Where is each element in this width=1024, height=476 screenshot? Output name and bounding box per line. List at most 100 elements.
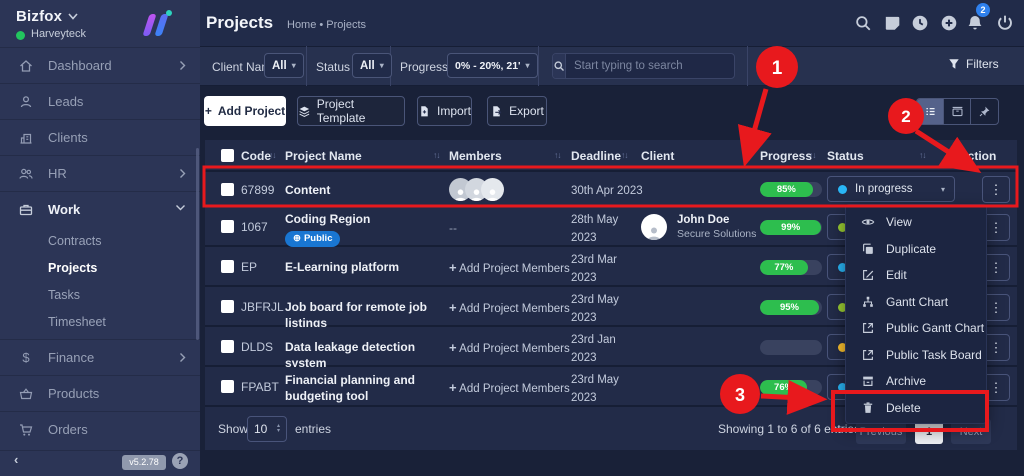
sidebar-item-hr[interactable]: HR: [0, 155, 200, 191]
column-header-deadline[interactable]: Deadline: [571, 149, 621, 163]
sidebar-item-contracts[interactable]: Contracts: [48, 234, 198, 261]
project-name[interactable]: Content: [285, 183, 447, 199]
sort-icon[interactable]: ↑↓: [621, 150, 628, 160]
menu-item-edit[interactable]: Edit: [846, 262, 986, 289]
plus-circle-icon[interactable]: [940, 14, 958, 32]
project-name[interactable]: Coding Region ⊕ Public: [285, 212, 447, 247]
sidebar-item-leads[interactable]: Leads: [0, 83, 200, 119]
client-name: John Doe: [677, 214, 730, 226]
table-row[interactable]: 67899 Content 30th Apr 2023 85% In progr…: [205, 172, 1017, 207]
sidebar-collapse-chevron[interactable]: ‹: [14, 452, 18, 467]
add-members-link[interactable]: + Add Project Members: [449, 260, 570, 275]
select-all-checkbox[interactable]: [221, 149, 234, 162]
import-file-icon: [421, 105, 428, 116]
chevron-down-icon: [176, 205, 185, 211]
client-filter-select[interactable]: All ▾: [264, 53, 304, 78]
add-members-link[interactable]: + Add Project Members: [449, 300, 570, 315]
menu-item-public-gantt-chart[interactable]: Public Gantt Chart: [846, 315, 986, 342]
column-header-client[interactable]: Client: [641, 149, 674, 163]
sort-icon[interactable]: ↑↓: [269, 150, 276, 160]
add-members-link[interactable]: + Add Project Members: [449, 340, 570, 355]
breadcrumb[interactable]: Home • Projects: [287, 19, 366, 31]
project-name[interactable]: Financial planning and budgeting tool: [285, 373, 447, 404]
menu-item-archive[interactable]: Archive: [846, 368, 986, 395]
sidebar-scrollbar[interactable]: [196, 148, 199, 340]
funnel-icon: [949, 59, 959, 69]
sort-icon[interactable]: ↑↓: [554, 150, 561, 160]
menu-item-gantt-chart[interactable]: Gantt Chart: [846, 289, 986, 316]
menu-item-public-task-board[interactable]: Public Task Board: [846, 342, 986, 369]
menu-label: Public Gantt Chart: [886, 321, 985, 336]
sidebar-item-work[interactable]: Work: [0, 191, 200, 227]
page-size-select[interactable]: 10 ▴ ▾: [247, 416, 287, 442]
add-project-button[interactable]: + Add Project: [204, 96, 286, 126]
help-icon[interactable]: ?: [172, 453, 188, 469]
progress-filter-select[interactable]: 0% - 20%, 21' ▾: [447, 53, 538, 78]
row-checkbox[interactable]: [221, 340, 234, 353]
sidebar-label: Leads: [48, 94, 84, 109]
row-checkbox[interactable]: [221, 220, 234, 233]
export-button[interactable]: Export: [487, 96, 547, 126]
row-checkbox[interactable]: [221, 260, 234, 273]
sidebar-item-orders[interactable]: Orders: [0, 411, 200, 447]
list-view-toggle[interactable]: [917, 99, 944, 124]
share-icon: [863, 323, 873, 334]
sort-icon[interactable]: ↑↓: [919, 150, 926, 160]
row-checkbox[interactable]: [221, 183, 234, 196]
project-name[interactable]: E-Learning platform: [285, 260, 447, 276]
sidebar-item-finance[interactable]: $ Finance: [0, 339, 200, 375]
dollar-icon: $: [22, 350, 30, 365]
import-button[interactable]: Import: [417, 96, 472, 126]
progress-value: 77%: [774, 262, 794, 273]
archive-view-toggle[interactable]: [944, 99, 971, 124]
entries-label: entries: [295, 422, 332, 436]
brand-name[interactable]: Bizfox: [16, 8, 62, 25]
trash-icon: [863, 402, 873, 413]
search-icon[interactable]: [854, 14, 872, 32]
filters-label: Filters: [966, 57, 999, 71]
cart-icon: [20, 424, 33, 436]
progress-value: 85%: [776, 184, 796, 195]
sidebar-label: Products: [48, 386, 100, 401]
menu-item-delete[interactable]: Delete: [846, 395, 986, 422]
column-header-name[interactable]: Project Name: [285, 149, 362, 163]
status-select[interactable]: In progress ▾: [827, 176, 955, 202]
sidebar-item-tasks[interactable]: Tasks: [48, 288, 198, 315]
add-project-label: Add Project: [217, 104, 286, 118]
progress-bar: [760, 340, 822, 355]
status-filter-select[interactable]: All ▾: [352, 53, 392, 78]
clock-icon[interactable]: [911, 14, 929, 32]
filters-button[interactable]: Filters: [948, 57, 999, 71]
note-icon[interactable]: [883, 14, 901, 32]
member-avatars[interactable]: [449, 178, 504, 201]
deadline: 28th May 2023: [571, 214, 619, 245]
sidebar-item-timesheet[interactable]: Timesheet: [48, 315, 198, 342]
sort-icon[interactable]: ↑↓: [433, 150, 440, 160]
export-label: Export: [509, 104, 544, 118]
person-icon: [20, 96, 32, 108]
column-header-progress[interactable]: Progress: [760, 149, 812, 163]
search-input[interactable]: [566, 54, 734, 78]
column-header-code[interactable]: Code: [241, 149, 271, 163]
sidebar-item-clients[interactable]: Clients: [0, 119, 200, 155]
power-icon[interactable]: [996, 14, 1014, 32]
sort-icon[interactable]: ↑↓: [809, 150, 816, 160]
archive-box-icon: [952, 106, 962, 117]
row-actions-button[interactable]: ⋮: [982, 176, 1010, 203]
sort-icon[interactable]: ↑↓: [743, 150, 750, 160]
caret-down-icon: ▾: [940, 184, 945, 194]
menu-item-view[interactable]: View: [846, 209, 986, 236]
members-empty: --: [449, 221, 457, 235]
column-header-members[interactable]: Members: [449, 149, 502, 163]
row-checkbox[interactable]: [221, 380, 234, 393]
project-template-button[interactable]: Project Template: [297, 96, 405, 126]
column-header-status[interactable]: Status: [827, 149, 864, 163]
sidebar-item-products[interactable]: Products: [0, 375, 200, 411]
pin-view-toggle[interactable]: [971, 99, 998, 124]
deadline: 23rd May 2023: [571, 294, 619, 325]
add-members-link[interactable]: + Add Project Members: [449, 380, 570, 395]
sidebar-item-dashboard[interactable]: Dashboard: [0, 47, 200, 83]
sidebar-item-projects[interactable]: Projects: [48, 261, 198, 288]
menu-item-duplicate[interactable]: Duplicate: [846, 236, 986, 263]
row-checkbox[interactable]: [221, 300, 234, 313]
